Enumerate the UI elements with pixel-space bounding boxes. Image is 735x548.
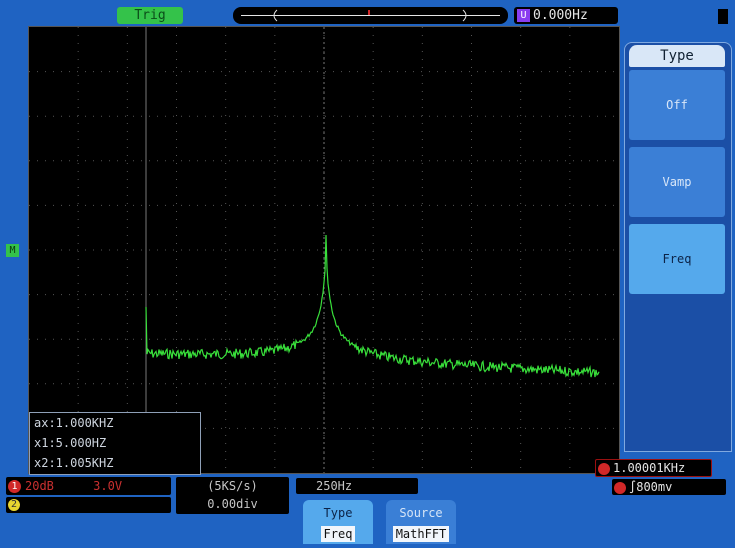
ch2-status[interactable]: 2 bbox=[6, 497, 171, 513]
frequency-counter-value: 0.000Hz bbox=[533, 8, 588, 23]
time-per-div: 0.00div bbox=[207, 497, 258, 511]
trigger-source-dot bbox=[614, 481, 626, 494]
frequency-counter: U 0.000Hz bbox=[514, 7, 618, 24]
measured-frequency: 1.00001KHz bbox=[595, 459, 712, 477]
math-marker[interactable]: M bbox=[6, 244, 19, 257]
type-vamp-button[interactable]: Vamp bbox=[629, 147, 725, 217]
ch1-scale: 20dB bbox=[25, 479, 54, 493]
cursor-info-box: ax:1.000KHZ x1:5.000HZ x2:1.005KHZ bbox=[29, 412, 201, 475]
timebase-readout: (5KS/s) 0.00div bbox=[176, 477, 289, 514]
time-position-icon bbox=[241, 9, 500, 22]
tab-source-label: Source bbox=[399, 506, 443, 520]
waveform-graticule bbox=[29, 27, 619, 473]
cursor-x2: x2:1.005KHZ bbox=[34, 456, 114, 470]
cursor-x1: x1:5.000HZ bbox=[34, 436, 107, 450]
frequency-badge: U bbox=[517, 9, 530, 22]
tab-source-value: MathFFT bbox=[392, 526, 450, 542]
ch1-source-dot bbox=[598, 462, 610, 475]
cursor-delta-x: ax:1.000KHZ bbox=[34, 416, 114, 430]
tab-source[interactable]: Source MathFFT bbox=[386, 500, 456, 544]
side-menu-title: Type bbox=[629, 45, 725, 67]
tab-type-value: Freq bbox=[320, 526, 356, 542]
trigger-level-value: 800mv bbox=[636, 480, 673, 494]
tab-type[interactable]: Type Freq bbox=[303, 500, 373, 544]
ch1-offset: 3.0V bbox=[93, 479, 123, 493]
waveform-display bbox=[28, 26, 620, 474]
tab-type-label: Type bbox=[323, 506, 353, 520]
fft-trace bbox=[145, 234, 600, 378]
ch2-marker: 2 bbox=[8, 499, 20, 511]
measured-frequency-value: 1.00001KHz bbox=[613, 461, 686, 475]
ch1-marker: 1 bbox=[8, 480, 21, 493]
type-freq-button[interactable]: Freq bbox=[629, 224, 725, 294]
battery-icon bbox=[718, 9, 728, 24]
trigger-status-indicator: Trig bbox=[117, 7, 183, 24]
trigger-level: ∫800mv bbox=[612, 479, 726, 495]
time-position-bar bbox=[233, 7, 508, 24]
frequency-resolution: 250Hz bbox=[296, 478, 418, 494]
sample-rate: (5KS/s) bbox=[207, 479, 258, 493]
ch1-status[interactable]: 1 20dB 3.0V bbox=[6, 477, 171, 495]
type-off-button[interactable]: Off bbox=[629, 70, 725, 140]
